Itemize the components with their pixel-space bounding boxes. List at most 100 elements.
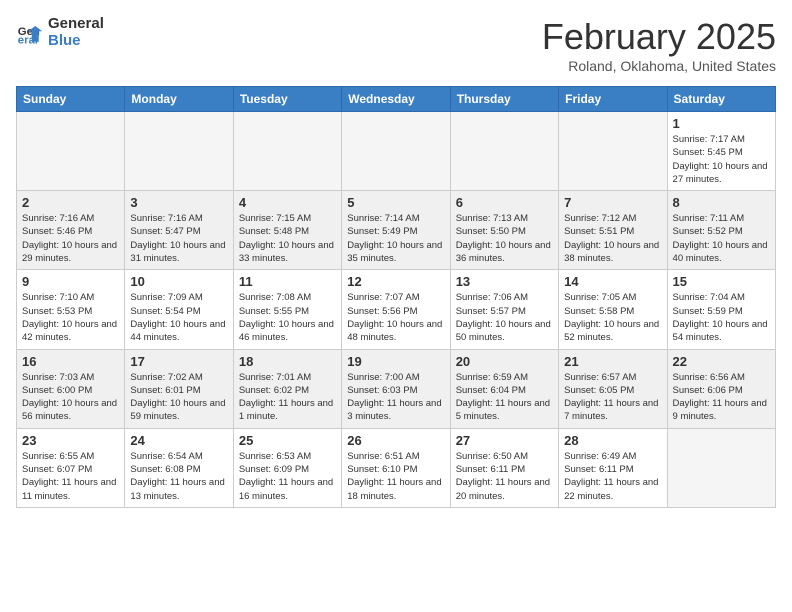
calendar-header-tuesday: Tuesday [233,87,341,112]
calendar-cell: 17 Sunrise: 7:02 AM Sunset: 6:01 PM Dayli… [125,349,233,428]
calendar-week-3: 9 Sunrise: 7:10 AM Sunset: 5:53 PM Daylig… [17,270,776,349]
day-info: Sunrise: 7:12 AM Sunset: 5:51 PM Dayligh… [564,212,661,265]
logo-general: General [48,16,104,33]
calendar-cell: 16Sunrise: 7:03 AM Sunset: 6:00 PM Dayli… [17,349,125,428]
calendar-cell: 18 Sunrise: 7:01 AM Sunset: 6:02 PM Dayli… [233,349,341,428]
calendar-cell [233,112,341,191]
calendar-cell: 14 Sunrise: 7:05 AM Sunset: 5:58 PM Dayli… [559,270,667,349]
calendar-cell: 1 Sunrise: 7:17 AM Sunset: 5:45 PM Daylig… [667,112,775,191]
day-number: 10 [130,274,227,289]
day-info: Sunrise: 7:16 AM Sunset: 5:47 PM Dayligh… [130,212,227,265]
day-info: Sunrise: 6:50 AM Sunset: 6:11 PM Dayligh… [456,450,553,503]
calendar-cell [667,428,775,507]
day-number: 9 [22,274,119,289]
day-number: 13 [456,274,553,289]
day-number: 14 [564,274,661,289]
logo-text: General Blue [48,16,104,49]
day-number: 7 [564,195,661,210]
calendar-cell: 12 Sunrise: 7:07 AM Sunset: 5:56 PM Dayli… [342,270,450,349]
calendar-cell: 2Sunrise: 7:16 AM Sunset: 5:46 PM Daylig… [17,191,125,270]
day-number: 12 [347,274,444,289]
calendar-cell: 7 Sunrise: 7:12 AM Sunset: 5:51 PM Daylig… [559,191,667,270]
day-info: Sunrise: 6:56 AM Sunset: 6:06 PM Dayligh… [673,371,770,424]
calendar-cell: 4 Sunrise: 7:15 AM Sunset: 5:48 PM Daylig… [233,191,341,270]
day-number: 4 [239,195,336,210]
day-info: Sunrise: 6:51 AM Sunset: 6:10 PM Dayligh… [347,450,444,503]
calendar-cell [559,112,667,191]
calendar-cell: 23 Sunrise: 6:55 AM Sunset: 6:07 PM Dayli… [17,428,125,507]
calendar-cell: 8Sunrise: 7:11 AM Sunset: 5:52 PM Daylig… [667,191,775,270]
day-number: 22 [673,354,770,369]
day-info: Sunrise: 7:16 AM Sunset: 5:46 PM Dayligh… [22,212,119,265]
calendar-cell [450,112,558,191]
day-info: Sunrise: 7:13 AM Sunset: 5:50 PM Dayligh… [456,212,553,265]
day-number: 21 [564,354,661,369]
calendar-header-thursday: Thursday [450,87,558,112]
location: Roland, Oklahoma, United States [542,58,776,74]
logo: Gen eral General Blue [16,16,104,49]
calendar-cell: 25Sunrise: 6:53 AM Sunset: 6:09 PM Dayli… [233,428,341,507]
day-info: Sunrise: 7:07 AM Sunset: 5:56 PM Dayligh… [347,291,444,344]
day-number: 5 [347,195,444,210]
calendar-cell: 10 Sunrise: 7:09 AM Sunset: 5:54 PM Dayli… [125,270,233,349]
day-number: 18 [239,354,336,369]
page-header: Gen eral General Blue February 2025 Rola… [16,16,776,74]
calendar-cell: 19 Sunrise: 7:00 AM Sunset: 6:03 PM Dayli… [342,349,450,428]
day-number: 24 [130,433,227,448]
calendar-cell: 27 Sunrise: 6:50 AM Sunset: 6:11 PM Dayli… [450,428,558,507]
calendar-cell: 6 Sunrise: 7:13 AM Sunset: 5:50 PM Daylig… [450,191,558,270]
calendar-cell [17,112,125,191]
day-number: 27 [456,433,553,448]
logo-icon: Gen eral [16,19,44,47]
calendar-cell: 20Sunrise: 6:59 AM Sunset: 6:04 PM Dayli… [450,349,558,428]
day-number: 19 [347,354,444,369]
day-info: Sunrise: 7:05 AM Sunset: 5:58 PM Dayligh… [564,291,661,344]
day-info: Sunrise: 7:01 AM Sunset: 6:02 PM Dayligh… [239,371,336,424]
day-info: Sunrise: 6:49 AM Sunset: 6:11 PM Dayligh… [564,450,661,503]
day-number: 6 [456,195,553,210]
day-info: Sunrise: 7:02 AM Sunset: 6:01 PM Dayligh… [130,371,227,424]
day-number: 17 [130,354,227,369]
calendar-cell: 3Sunrise: 7:16 AM Sunset: 5:47 PM Daylig… [125,191,233,270]
logo-blue: Blue [48,33,104,50]
calendar-week-2: 2Sunrise: 7:16 AM Sunset: 5:46 PM Daylig… [17,191,776,270]
calendar-header-saturday: Saturday [667,87,775,112]
calendar-cell: 22 Sunrise: 6:56 AM Sunset: 6:06 PM Dayli… [667,349,775,428]
day-info: Sunrise: 7:15 AM Sunset: 5:48 PM Dayligh… [239,212,336,265]
day-number: 11 [239,274,336,289]
calendar-cell: 9 Sunrise: 7:10 AM Sunset: 5:53 PM Daylig… [17,270,125,349]
day-info: Sunrise: 7:04 AM Sunset: 5:59 PM Dayligh… [673,291,770,344]
day-info: Sunrise: 7:08 AM Sunset: 5:55 PM Dayligh… [239,291,336,344]
calendar-week-1: 1 Sunrise: 7:17 AM Sunset: 5:45 PM Daylig… [17,112,776,191]
day-info: Sunrise: 7:17 AM Sunset: 5:45 PM Dayligh… [673,133,770,186]
calendar-cell: 24 Sunrise: 6:54 AM Sunset: 6:08 PM Dayli… [125,428,233,507]
day-number: 26 [347,433,444,448]
day-info: Sunrise: 6:57 AM Sunset: 6:05 PM Dayligh… [564,371,661,424]
calendar-header-monday: Monday [125,87,233,112]
day-number: 23 [22,433,119,448]
calendar-week-4: 16Sunrise: 7:03 AM Sunset: 6:00 PM Dayli… [17,349,776,428]
calendar-cell: 26 Sunrise: 6:51 AM Sunset: 6:10 PM Dayli… [342,428,450,507]
day-info: Sunrise: 7:03 AM Sunset: 6:00 PM Dayligh… [22,371,119,424]
day-info: Sunrise: 7:00 AM Sunset: 6:03 PM Dayligh… [347,371,444,424]
day-info: Sunrise: 7:14 AM Sunset: 5:49 PM Dayligh… [347,212,444,265]
day-number: 1 [673,116,770,131]
day-info: Sunrise: 6:55 AM Sunset: 6:07 PM Dayligh… [22,450,119,503]
calendar-header-wednesday: Wednesday [342,87,450,112]
calendar-cell: 28 Sunrise: 6:49 AM Sunset: 6:11 PM Dayli… [559,428,667,507]
calendar: SundayMondayTuesdayWednesdayThursdayFrid… [16,86,776,508]
day-info: Sunrise: 7:10 AM Sunset: 5:53 PM Dayligh… [22,291,119,344]
calendar-header-row: SundayMondayTuesdayWednesdayThursdayFrid… [17,87,776,112]
day-info: Sunrise: 6:59 AM Sunset: 6:04 PM Dayligh… [456,371,553,424]
day-info: Sunrise: 7:09 AM Sunset: 5:54 PM Dayligh… [130,291,227,344]
day-number: 25 [239,433,336,448]
calendar-cell [342,112,450,191]
day-info: Sunrise: 6:54 AM Sunset: 6:08 PM Dayligh… [130,450,227,503]
day-info: Sunrise: 7:11 AM Sunset: 5:52 PM Dayligh… [673,212,770,265]
calendar-cell: 5 Sunrise: 7:14 AM Sunset: 5:49 PM Daylig… [342,191,450,270]
day-info: Sunrise: 7:06 AM Sunset: 5:57 PM Dayligh… [456,291,553,344]
calendar-cell: 13 Sunrise: 7:06 AM Sunset: 5:57 PM Dayli… [450,270,558,349]
day-number: 15 [673,274,770,289]
day-number: 28 [564,433,661,448]
calendar-cell: 11 Sunrise: 7:08 AM Sunset: 5:55 PM Dayli… [233,270,341,349]
